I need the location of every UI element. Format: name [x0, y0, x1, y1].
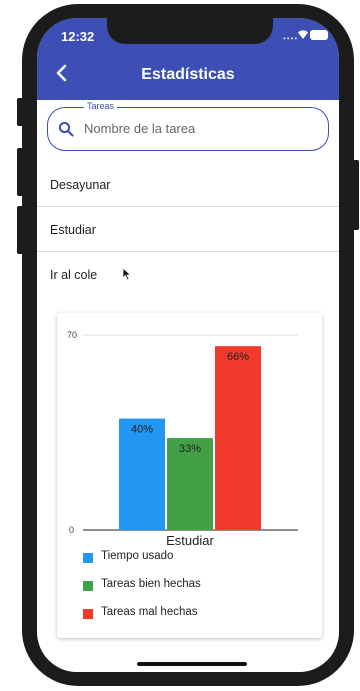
task-item-label: Estudiar [50, 223, 96, 237]
legend-label: Tareas mal hechas [101, 606, 198, 618]
task-item-desayunar[interactable]: Desayunar [37, 162, 339, 207]
app-bar: 12:32 •••• Estadísticas [37, 18, 339, 100]
bar-tareas-mal-hechas [215, 346, 261, 530]
screenshot-canvas: 12:32 •••• Estadísticas Tareas Nombre de… [0, 0, 360, 691]
bar-chart: 70 0 40% 33% 66% Estudiar [67, 330, 298, 548]
search-field[interactable]: Tareas [47, 101, 329, 151]
task-item-estudiar[interactable]: Estudiar [37, 207, 339, 252]
legend-label: Tiempo usado [101, 550, 174, 562]
page-title: Estadísticas [141, 66, 235, 83]
bar-value-label: 40% [131, 424, 153, 436]
battery-icon [310, 30, 328, 40]
phone-notch [107, 18, 273, 44]
bar-value-label: 66% [227, 351, 249, 363]
legend-swatch [83, 581, 93, 591]
home-indicator [137, 662, 247, 666]
status-time: 12:32 [61, 29, 95, 44]
legend-swatch [83, 553, 93, 563]
y-tick-label-max: 70 [67, 330, 77, 340]
search-field-label: Tareas [84, 101, 118, 111]
cellular-signal-icon: •••• [283, 34, 299, 43]
legend-label: Tareas bien hechas [101, 578, 201, 590]
task-item-label: Desayunar [50, 178, 111, 192]
bar-value-label: 33% [179, 443, 201, 455]
task-item-label: Ir al cole [50, 268, 98, 282]
task-item-ir-al-cole[interactable]: Ir al cole [37, 252, 339, 297]
wifi-icon [298, 30, 308, 39]
phone-screen: 12:32 •••• Estadísticas Tareas Nombre de… [37, 18, 339, 672]
mouse-pointer-icon [122, 267, 132, 281]
status-icons: •••• [283, 28, 331, 43]
task-list: Desayunar Estudiar Ir al cole [37, 162, 339, 297]
y-tick-label-min: 0 [69, 525, 74, 535]
legend-swatch [83, 609, 93, 619]
search-icon [58, 121, 74, 137]
bars-group: 40% 33% 66% [119, 346, 261, 530]
x-category-label: Estudiar [166, 533, 214, 548]
search-input[interactable] [84, 117, 314, 139]
stats-chart-card: 70 0 40% 33% 66% Estudiar Tiempo usado Tar… [57, 313, 322, 638]
